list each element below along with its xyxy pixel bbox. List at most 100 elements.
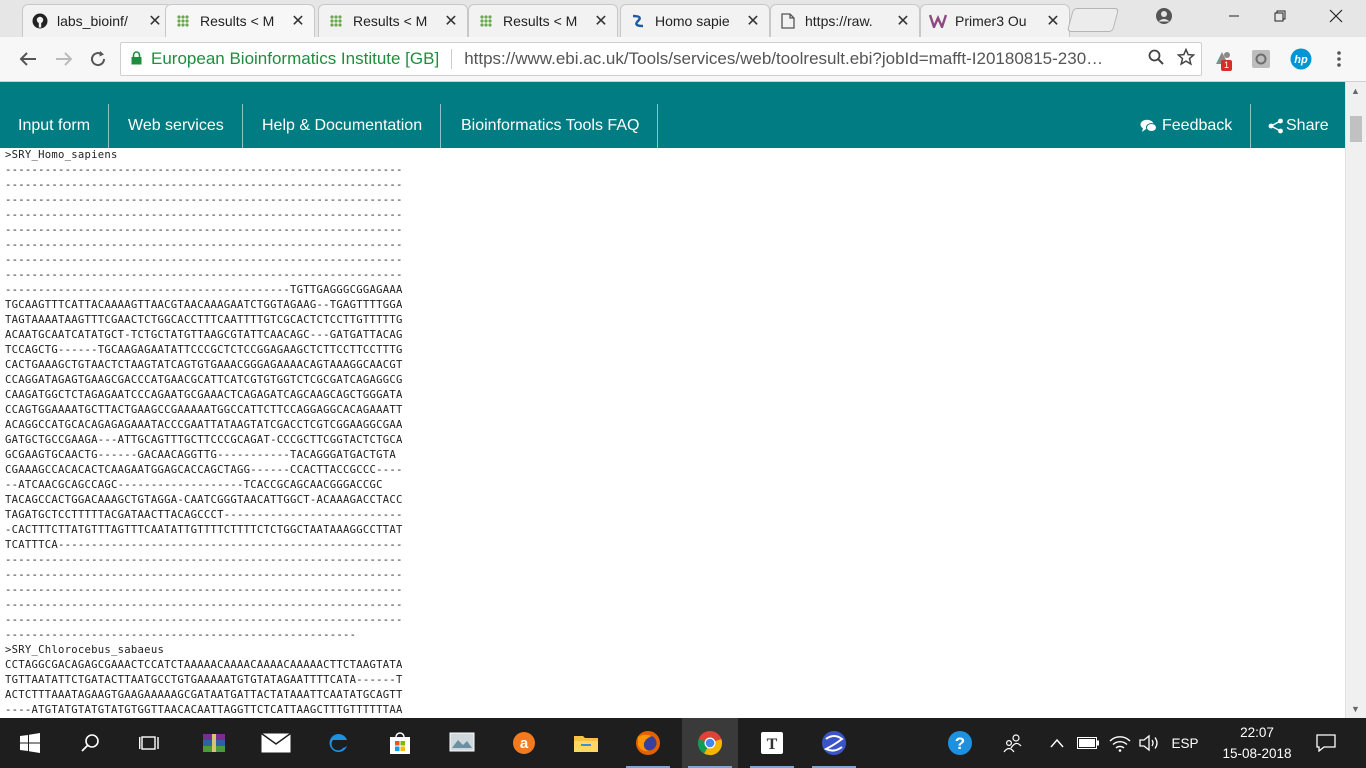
url-text[interactable]: https://www.ebi.ac.uk/Tools/services/web… — [464, 49, 1141, 69]
svg-text:?: ? — [955, 734, 965, 753]
feedback-button[interactable]: Feedback — [1122, 104, 1252, 148]
lock-icon — [131, 50, 145, 68]
browser-tab[interactable]: labs_bioinf/ ✕ — [22, 4, 172, 37]
browser-tab[interactable]: Results < M ✕ — [318, 4, 468, 37]
tab-close-icon[interactable]: ✕ — [1045, 11, 1061, 31]
sequence-line: ----------------------------------------… — [5, 629, 357, 641]
start-windows-icon[interactable] — [2, 718, 58, 768]
ebi-tool-nav: Input form Web services Help & Documenta… — [0, 82, 1345, 148]
mail-icon[interactable] — [248, 718, 304, 768]
minimize-icon[interactable] — [1212, 0, 1256, 32]
browser-tab-active[interactable]: Results < M ✕ — [165, 4, 315, 37]
sequence-line: TGTTAATATTCTGATACTTAATGCCTGTGAAAAATGTGTA… — [5, 674, 403, 686]
tab-title: Results < M — [503, 13, 578, 29]
sequence-line: GCGAAGTGCAACTG------GACAACAGGTTG--------… — [5, 449, 397, 461]
back-arrow-icon[interactable] — [14, 45, 42, 73]
tab-close-icon[interactable]: ✕ — [895, 11, 911, 31]
menu-kebab-icon[interactable] — [1328, 48, 1350, 70]
sequence-line: ----------------------------------------… — [5, 554, 403, 566]
sequence-line: CGAAAGCCACACACTCAAGAATGGAGCACCAGCTAGG---… — [5, 464, 403, 476]
firefox-icon[interactable] — [620, 718, 676, 768]
browser-toolbar: European Bioinformatics Institute [GB] h… — [0, 37, 1366, 82]
sequence-line: ACAATGCAATCATATGCT-TCTGCTATGTTAAGCGTATTC… — [5, 329, 403, 341]
file-explorer-icon[interactable] — [558, 718, 614, 768]
share-icon — [1268, 118, 1284, 134]
sequence-line: TCATTTCA--------------------------------… — [5, 539, 403, 551]
page-scrollbar[interactable]: ▲ ▼ — [1345, 82, 1366, 718]
tab-title: https://raw. — [805, 13, 873, 29]
sequence-line: -CACTTTCTTATGTTTAGTTTCAATATTGTTTTCTTTTCT… — [5, 524, 403, 536]
nav-tools-faq[interactable]: Bioinformatics Tools FAQ — [443, 104, 659, 148]
browser-tab[interactable]: Results < M ✕ — [468, 4, 618, 37]
scroll-down-arrow-icon[interactable]: ▼ — [1351, 704, 1360, 714]
share-button[interactable]: Share — [1250, 104, 1347, 148]
new-tab-button[interactable] — [1066, 8, 1120, 32]
sequence-tool-icon[interactable] — [806, 718, 862, 768]
nav-web-services[interactable]: Web services — [110, 104, 243, 148]
extension-icon[interactable]: 1 — [1212, 48, 1234, 71]
ebi-icon — [174, 12, 192, 30]
ebi-icon — [477, 12, 495, 30]
avast-icon[interactable]: a — [496, 718, 552, 768]
image-viewer-icon[interactable] — [434, 718, 490, 768]
system-clock[interactable]: 22:07 15-08-2018 — [1208, 722, 1306, 764]
alignment-sequence-text: >SRY_Homo_sapiens -----------------------… — [0, 148, 1345, 718]
tab-close-icon[interactable]: ✕ — [443, 11, 459, 31]
restore-icon[interactable] — [1258, 0, 1302, 32]
forward-arrow-icon[interactable] — [50, 45, 78, 73]
ebi-icon — [327, 12, 345, 30]
nav-help-documentation[interactable]: Help & Documentation — [244, 104, 442, 148]
notifications-icon[interactable] — [1310, 718, 1342, 768]
browser-tab[interactable]: Primer3 Ou ✕ — [920, 4, 1070, 37]
battery-icon[interactable] — [1074, 718, 1102, 768]
ensembl-icon — [629, 12, 647, 30]
user-profile-icon[interactable] — [1142, 0, 1186, 32]
share-label: Share — [1286, 117, 1329, 134]
hp-icon[interactable]: hp — [1290, 48, 1312, 70]
search-icon[interactable] — [62, 718, 118, 768]
nav-input-form[interactable]: Input form — [0, 104, 110, 148]
chrome-icon[interactable] — [682, 718, 738, 768]
extension-icon[interactable] — [1250, 48, 1272, 70]
tab-title: Results < M — [200, 13, 275, 29]
sequence-line: ----------------------------------------… — [5, 209, 403, 221]
zoom-search-icon[interactable] — [1141, 49, 1171, 70]
primer3-icon — [929, 12, 947, 30]
tab-title: Primer3 Ou — [955, 13, 1027, 29]
tab-title: Homo sapie — [655, 13, 730, 29]
tab-close-icon[interactable]: ✕ — [290, 11, 306, 31]
tab-title: labs_bioinf/ — [57, 13, 128, 29]
sequence-header: >SRY_Homo_sapiens — [5, 149, 118, 161]
tab-close-icon[interactable]: ✕ — [593, 11, 609, 31]
volume-icon[interactable] — [1136, 718, 1164, 768]
scroll-up-arrow-icon[interactable]: ▲ — [1351, 86, 1360, 96]
clock-date: 15-08-2018 — [1222, 746, 1292, 761]
sequence-line: CAAGATGGCTCTAGAGAATCCCAGAATGCGAAACTCAGAG… — [5, 389, 403, 401]
clock-time: 22:07 — [1240, 725, 1274, 740]
sequence-line: ----------------------------------------… — [5, 164, 403, 176]
help-icon[interactable]: ? — [944, 718, 976, 768]
windows-taskbar: a T ? ESP 22:07 15-08-2018 — [0, 718, 1366, 768]
chevron-up-icon[interactable] — [1046, 718, 1068, 768]
sequence-line: --ATCAACGCAGCCAGC-------------------TCAC… — [5, 479, 383, 491]
typora-icon[interactable]: T — [744, 718, 800, 768]
winrar-icon[interactable] — [186, 718, 242, 768]
edge-browser-icon[interactable] — [310, 718, 366, 768]
scroll-thumb[interactable] — [1350, 116, 1362, 142]
tab-close-icon[interactable]: ✕ — [147, 11, 163, 31]
input-language-indicator[interactable]: ESP — [1166, 718, 1204, 768]
task-view-icon[interactable] — [122, 718, 178, 768]
notification-badge: 1 — [1221, 60, 1233, 71]
people-icon[interactable] — [998, 718, 1028, 768]
alignment-result: >SRY_Homo_sapiens -----------------------… — [0, 148, 1345, 718]
bookmark-star-icon[interactable] — [1171, 47, 1201, 71]
wifi-icon[interactable] — [1106, 718, 1134, 768]
tab-close-icon[interactable]: ✕ — [745, 11, 761, 31]
address-bar[interactable]: European Bioinformatics Institute [GB] h… — [120, 42, 1202, 76]
store-icon[interactable] — [372, 718, 428, 768]
browser-tab[interactable]: https://raw. ✕ — [770, 4, 920, 37]
reload-icon[interactable] — [84, 45, 112, 73]
close-window-icon[interactable] — [1314, 0, 1358, 32]
site-identity-label[interactable]: European Bioinformatics Institute [GB] — [151, 49, 439, 69]
browser-tab[interactable]: Homo sapie ✕ — [620, 4, 770, 37]
